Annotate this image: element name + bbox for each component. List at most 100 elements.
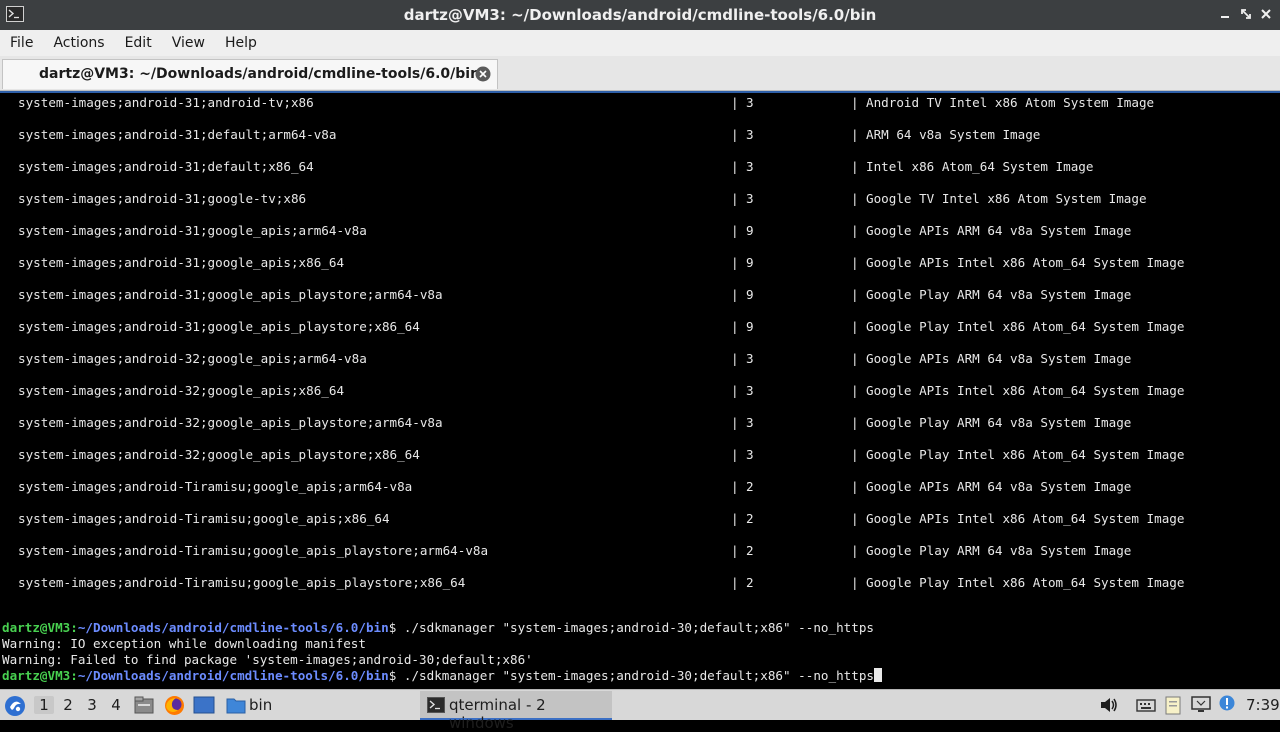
clipboard-icon[interactable]: [1163, 695, 1183, 726]
package-description: Android TV Intel x86 Atom System Image: [866, 95, 1155, 110]
text-cursor: [873, 668, 882, 682]
package-path: system-images;android-32;google_apis;arm…: [18, 351, 367, 366]
workspace-3[interactable]: 3: [82, 696, 102, 714]
package-path: system-images;android-31;android-tv;x86: [18, 95, 314, 110]
command-line-1: dartz@VM3:~/Downloads/android/cmdline-to…: [2, 620, 874, 636]
package-row: system-images;android-31;android-tv;x86 |…: [0, 95, 1280, 111]
command-line-2[interactable]: dartz@VM3:~/Downloads/android/cmdline-to…: [2, 668, 882, 684]
menu-view[interactable]: View: [162, 35, 215, 51]
column-separator: |: [731, 415, 739, 430]
column-separator: |: [731, 191, 739, 206]
package-description: Google Play ARM 64 v8a System Image: [866, 287, 1132, 302]
folder-icon[interactable]: [226, 696, 246, 727]
column-separator: |: [731, 287, 739, 302]
package-path: system-images;android-31;google_apis_pla…: [18, 287, 443, 302]
clock[interactable]: 7:39: [1246, 696, 1280, 714]
package-version: 2: [746, 511, 754, 526]
workspace-4[interactable]: 4: [106, 696, 126, 714]
package-path: system-images;android-31;google_apis_pla…: [18, 319, 420, 334]
package-description: Google APIs ARM 64 v8a System Image: [866, 223, 1132, 238]
package-path: system-images;android-31;default;x86_64: [18, 159, 314, 174]
minimize-button[interactable]: [1216, 5, 1234, 23]
volume-icon[interactable]: [1099, 696, 1119, 727]
package-row: system-images;android-31;google-tv;x86 | 3…: [0, 191, 1280, 207]
package-row: system-images;android-Tiramisu;google_ap…: [0, 511, 1280, 527]
terminal-tab[interactable]: dartz@VM3: ~/Downloads/android/cmdline-t…: [2, 59, 498, 89]
column-separator: |: [851, 255, 859, 270]
column-separator: |: [731, 575, 739, 590]
keyboard-icon[interactable]: [1136, 697, 1156, 728]
window-titlebar[interactable]: dartz@VM3: ~/Downloads/android/cmdline-t…: [0, 0, 1280, 30]
package-row: system-images;android-32;google_apis_pla…: [0, 447, 1280, 463]
package-path: system-images;android-31;google-tv;x86: [18, 191, 307, 206]
command-input[interactable]: ./sdkmanager "system-images;android-30;d…: [396, 668, 874, 683]
package-path: system-images;android-31;google_apis;x86…: [18, 255, 345, 270]
prompt-path: ~/Downloads/android/cmdline-tools/6.0/bi…: [77, 620, 389, 635]
prompt-path: ~/Downloads/android/cmdline-tools/6.0/bi…: [77, 668, 389, 683]
desktop-icon[interactable]: [193, 696, 215, 727]
package-version: 9: [746, 287, 754, 302]
column-separator: |: [851, 543, 859, 558]
terminal-output[interactable]: system-images;android-31;android-tv;x86 |…: [0, 91, 1280, 689]
package-version: 3: [746, 415, 754, 430]
package-path: system-images;android-32;google_apis_pla…: [18, 415, 443, 430]
tab-close-icon[interactable]: [475, 66, 491, 82]
package-version: 2: [746, 479, 754, 494]
package-description: ARM 64 v8a System Image: [866, 127, 1041, 142]
column-separator: |: [851, 287, 859, 302]
menu-actions[interactable]: Actions: [43, 35, 114, 51]
column-separator: |: [731, 127, 739, 142]
column-separator: |: [851, 415, 859, 430]
column-separator: |: [731, 479, 739, 494]
task-label: qterminal - 2 windows: [449, 696, 546, 732]
menu-help[interactable]: Help: [215, 35, 267, 51]
start-menu-icon[interactable]: [4, 695, 26, 717]
package-description: Google APIs ARM 64 v8a System Image: [866, 479, 1132, 494]
prompt-user: dartz@VM3: [2, 668, 71, 683]
workspace-2[interactable]: 2: [58, 696, 78, 714]
package-row: system-images;android-31;google_apis;x86…: [0, 255, 1280, 271]
column-separator: |: [731, 383, 739, 398]
package-description: Google APIs ARM 64 v8a System Image: [866, 351, 1132, 366]
package-version: 2: [746, 575, 754, 590]
column-separator: |: [731, 351, 739, 366]
package-row: system-images;android-31;google_apis;arm…: [0, 223, 1280, 239]
tab-label: dartz@VM3: ~/Downloads/android/cmdline-t…: [39, 66, 481, 82]
maximize-button[interactable]: [1237, 5, 1255, 23]
package-row: system-images;android-31;google_apis_pla…: [0, 319, 1280, 335]
warning-line-2: Warning: Failed to find package 'system-…: [2, 652, 533, 667]
package-path: system-images;android-Tiramisu;google_ap…: [18, 575, 466, 590]
command-text: ./sdkmanager "system-images;android-30;d…: [396, 620, 874, 635]
column-separator: |: [851, 575, 859, 590]
workspace-1[interactable]: 1: [34, 696, 54, 714]
column-separator: |: [851, 479, 859, 494]
package-row: system-images;android-Tiramisu;google_ap…: [0, 479, 1280, 495]
package-row: system-images;android-31;google_apis_pla…: [0, 287, 1280, 303]
prompt-separator: :: [70, 668, 78, 683]
firefox-icon[interactable]: [164, 695, 185, 726]
prompt-user: dartz@VM3: [2, 620, 71, 635]
update-notification-icon[interactable]: [1218, 694, 1236, 725]
tab-strip: dartz@VM3: ~/Downloads/android/cmdline-t…: [0, 56, 1280, 91]
package-version: 3: [746, 159, 754, 174]
package-path: system-images;android-32;google_apis_pla…: [18, 447, 420, 462]
package-version: 3: [746, 127, 754, 142]
menu-edit[interactable]: Edit: [115, 35, 162, 51]
close-button[interactable]: [1257, 5, 1275, 23]
column-separator: |: [731, 223, 739, 238]
package-description: Google TV Intel x86 Atom System Image: [866, 191, 1147, 206]
package-description: Google APIs Intel x86 Atom_64 System Ima…: [866, 511, 1185, 526]
column-separator: |: [851, 447, 859, 462]
package-description: Google Play ARM 64 v8a System Image: [866, 415, 1132, 430]
package-description: Google APIs Intel x86 Atom_64 System Ima…: [866, 255, 1185, 270]
task-qterminal[interactable]: qterminal - 2 windows: [420, 691, 612, 732]
package-path: system-images;android-Tiramisu;google_ap…: [18, 543, 489, 558]
folder-window-label[interactable]: bin: [249, 696, 272, 714]
file-manager-icon[interactable]: [134, 696, 154, 727]
display-icon[interactable]: [1191, 696, 1211, 727]
package-path: system-images;android-Tiramisu;google_ap…: [18, 479, 413, 494]
column-separator: |: [851, 511, 859, 526]
column-separator: |: [731, 319, 739, 334]
package-version: 9: [746, 319, 754, 334]
menu-file[interactable]: File: [0, 35, 43, 51]
